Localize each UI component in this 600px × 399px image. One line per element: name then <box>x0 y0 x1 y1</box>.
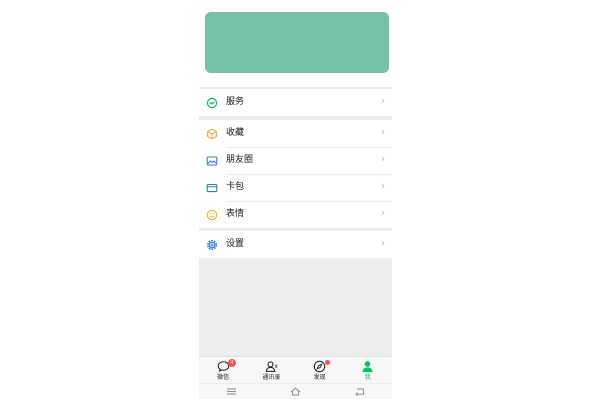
menu-item-label: 卡包 <box>226 182 245 192</box>
settings-group: 设置 › <box>199 231 392 258</box>
tab-label: 我 <box>364 374 371 381</box>
favorites-icon <box>206 128 218 140</box>
menu-item-label: 收藏 <box>226 128 245 138</box>
unread-badge: 4 <box>228 359 236 367</box>
chevron-right-icon: › <box>381 127 385 138</box>
menu-item-label: 服务 <box>226 97 245 107</box>
tab-chats[interactable]: 4 微信 <box>199 357 247 383</box>
menu-item-moments[interactable]: 朋友圈 › <box>199 147 392 174</box>
home-icon[interactable] <box>290 387 301 396</box>
settings-icon <box>206 239 218 251</box>
profile-card-redacted[interactable] <box>205 12 389 73</box>
screen: 服务 › 收藏 › 朋友圈 › 卡包 › 表情 › 设置 › 4 微信 通讯录 … <box>0 0 600 399</box>
menu-item-label: 表情 <box>226 209 245 219</box>
tab-label: 发现 <box>313 374 326 381</box>
chevron-right-icon: › <box>381 181 385 192</box>
tab-me[interactable]: 我 <box>344 357 392 383</box>
menu-item-services[interactable]: 服务 › <box>199 89 392 116</box>
phone-screen: 服务 › 收藏 › 朋友圈 › 卡包 › 表情 › 设置 › 4 微信 通讯录 … <box>199 0 392 399</box>
features-group: 收藏 › 朋友圈 › 卡包 › 表情 › <box>199 120 392 228</box>
tab-discover[interactable]: 发现 <box>296 357 344 383</box>
menu-item-settings[interactable]: 设置 › <box>199 231 392 258</box>
menu-item-label: 朋友圈 <box>226 155 254 165</box>
tab-contacts[interactable]: 通讯录 <box>247 357 295 383</box>
menu-icon[interactable] <box>226 387 237 396</box>
new-dot-badge <box>324 360 330 365</box>
menu-item-card-wallet[interactable]: 卡包 › <box>199 174 392 201</box>
tab-label: 微信 <box>217 374 230 381</box>
me-icon <box>361 360 374 373</box>
menu-item-favorites[interactable]: 收藏 › <box>199 120 392 147</box>
chevron-right-icon: › <box>381 96 385 107</box>
menu-item-stickers[interactable]: 表情 › <box>199 201 392 228</box>
chevron-right-icon: › <box>381 208 385 219</box>
back-icon[interactable] <box>354 387 365 396</box>
chevron-right-icon: › <box>381 238 385 249</box>
system-navigation-bar <box>199 384 392 399</box>
chevron-right-icon: › <box>381 154 385 165</box>
tab-label: 通讯录 <box>262 374 281 381</box>
services-icon <box>206 97 218 109</box>
profile-header <box>199 0 392 87</box>
contacts-icon <box>265 360 278 373</box>
bottom-tab-bar: 4 微信 通讯录 发现 我 <box>199 356 392 383</box>
card-wallet-icon <box>206 182 218 194</box>
stickers-icon <box>206 209 218 221</box>
services-group: 服务 › <box>199 89 392 116</box>
menu-item-label: 设置 <box>226 239 245 249</box>
moments-icon <box>206 155 218 167</box>
